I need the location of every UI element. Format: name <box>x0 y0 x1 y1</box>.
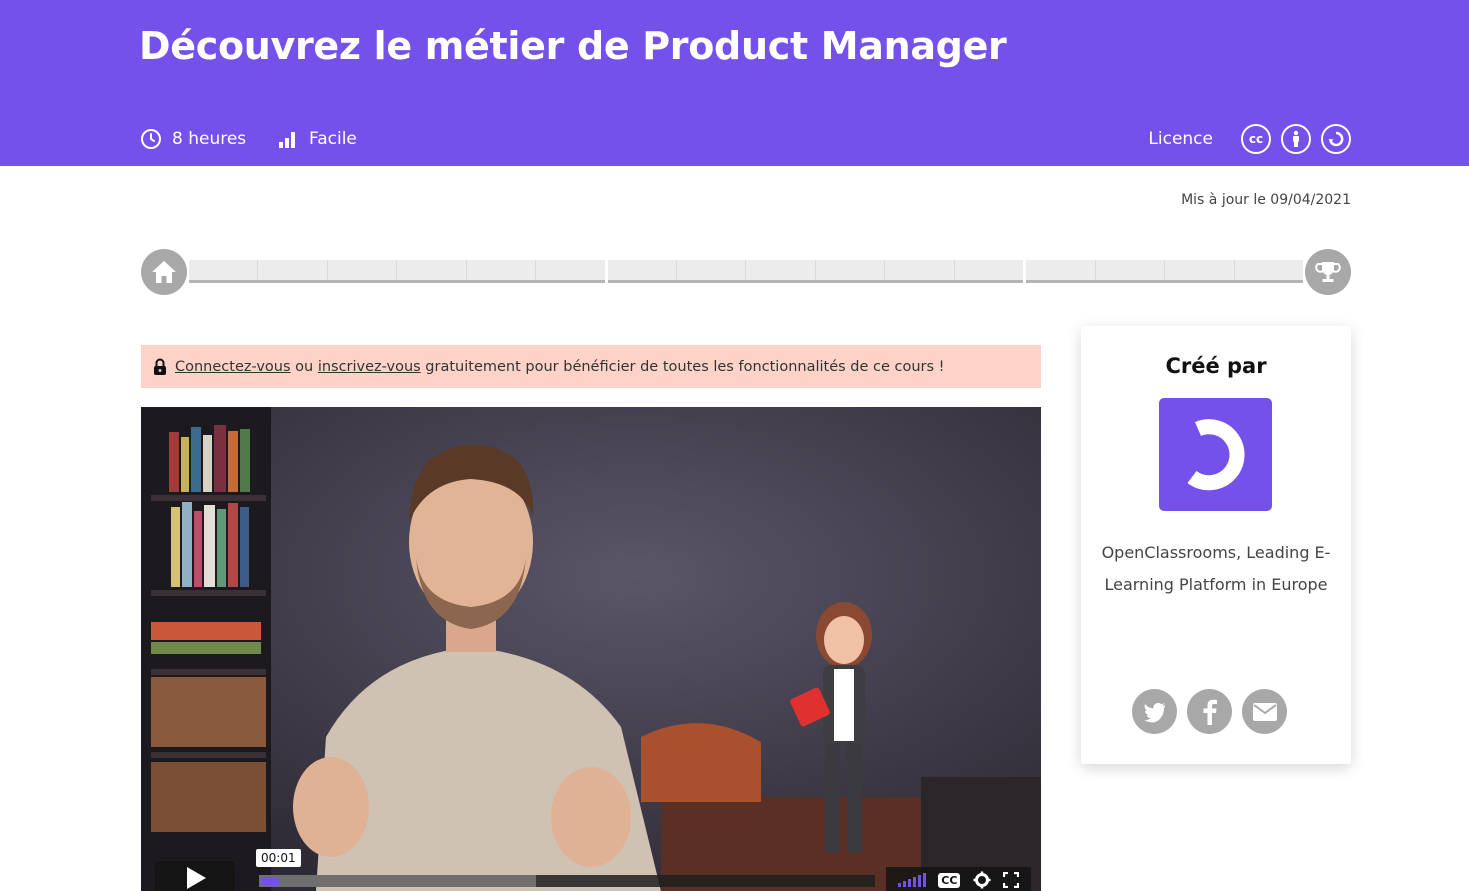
login-notice: Connectez-vous ou inscrivez-vous gratuit… <box>141 345 1041 388</box>
mail-icon <box>1252 702 1277 721</box>
creator-heading: Créé par <box>1165 354 1267 378</box>
progress-step[interactable] <box>328 260 398 280</box>
progress-step[interactable] <box>885 260 955 280</box>
login-link[interactable]: Connectez-vous <box>175 359 291 375</box>
video-controls: 00:01 CC <box>141 849 1041 891</box>
course-duration: 8 heures <box>140 128 246 150</box>
progress-step[interactable] <box>189 260 259 280</box>
video-player[interactable]: 00:01 CC <box>141 407 1041 891</box>
notice-connector: ou <box>290 358 318 375</box>
progress-step[interactable] <box>955 260 1023 280</box>
last-updated: Mis à jour le 09/04/2021 <box>1181 192 1351 208</box>
progress-part <box>1026 260 1303 283</box>
cc-icon: cc <box>1241 124 1271 154</box>
home-icon <box>152 261 176 283</box>
video-timecode: 00:01 <box>256 849 301 867</box>
settings-gear-icon[interactable] <box>973 871 991 889</box>
progress-step[interactable] <box>1026 260 1096 280</box>
progress-step[interactable] <box>1096 260 1165 280</box>
difficulty-bars-icon <box>279 132 295 148</box>
video-played-bar <box>261 877 279 885</box>
openclassrooms-logo[interactable] <box>1159 398 1272 511</box>
attribution-icon <box>1281 124 1311 154</box>
course-title: Découvrez le métier de Product Manager <box>139 24 1007 68</box>
play-button[interactable] <box>155 861 235 891</box>
sharealike-icon <box>1321 124 1351 154</box>
creator-card: Créé par OpenClassrooms, Leading E-Learn… <box>1081 326 1351 764</box>
video-scrubber[interactable] <box>259 875 875 887</box>
progress-step[interactable] <box>467 260 537 280</box>
progress-step[interactable] <box>746 260 816 280</box>
progress-step[interactable] <box>677 260 747 280</box>
volume-control[interactable] <box>898 873 927 887</box>
progress-track <box>189 260 1303 283</box>
mail-share-button[interactable] <box>1242 689 1287 734</box>
duration-label: 8 heures <box>172 129 247 149</box>
video-frame <box>141 407 1041 891</box>
lock-icon <box>154 358 166 375</box>
progress-home-button[interactable] <box>141 249 187 295</box>
share-buttons <box>1132 689 1287 734</box>
progress-step[interactable] <box>608 260 677 280</box>
progress-step[interactable] <box>397 260 467 280</box>
notice-text: gratuitement pour bénéficier de toutes l… <box>420 358 945 375</box>
facebook-icon <box>1203 699 1217 725</box>
progress-trophy-button[interactable] <box>1305 249 1351 295</box>
progress-part <box>189 260 605 283</box>
video-controls-right: CC <box>886 867 1031 891</box>
course-progress <box>141 249 1351 295</box>
video-buffer-bar <box>259 875 536 887</box>
course-level: Facile <box>277 128 357 150</box>
fullscreen-icon[interactable] <box>1002 872 1019 888</box>
twitter-icon <box>1143 702 1165 722</box>
signup-link[interactable]: inscrivez-vous <box>318 359 421 375</box>
progress-step[interactable] <box>1165 260 1235 280</box>
creator-description: OpenClassrooms, Leading E-Learning Platf… <box>1101 543 1331 594</box>
captions-button[interactable]: CC <box>938 872 961 888</box>
facebook-share-button[interactable] <box>1187 689 1232 734</box>
twitter-share-button[interactable] <box>1132 689 1177 734</box>
licence[interactable]: Licence cc <box>1148 124 1351 154</box>
progress-step[interactable] <box>536 260 604 280</box>
licence-label: Licence <box>1148 129 1213 149</box>
course-header: Découvrez le métier de Product Manager 8… <box>0 0 1469 166</box>
progress-step[interactable] <box>1235 260 1304 280</box>
trophy-icon <box>1315 262 1341 282</box>
progress-step[interactable] <box>816 260 886 280</box>
progress-step[interactable] <box>258 260 328 280</box>
openclassrooms-logo-mark <box>1186 418 1244 490</box>
play-icon <box>187 867 206 889</box>
clock-icon <box>141 129 161 149</box>
level-label: Facile <box>309 129 357 149</box>
progress-part <box>607 260 1023 283</box>
